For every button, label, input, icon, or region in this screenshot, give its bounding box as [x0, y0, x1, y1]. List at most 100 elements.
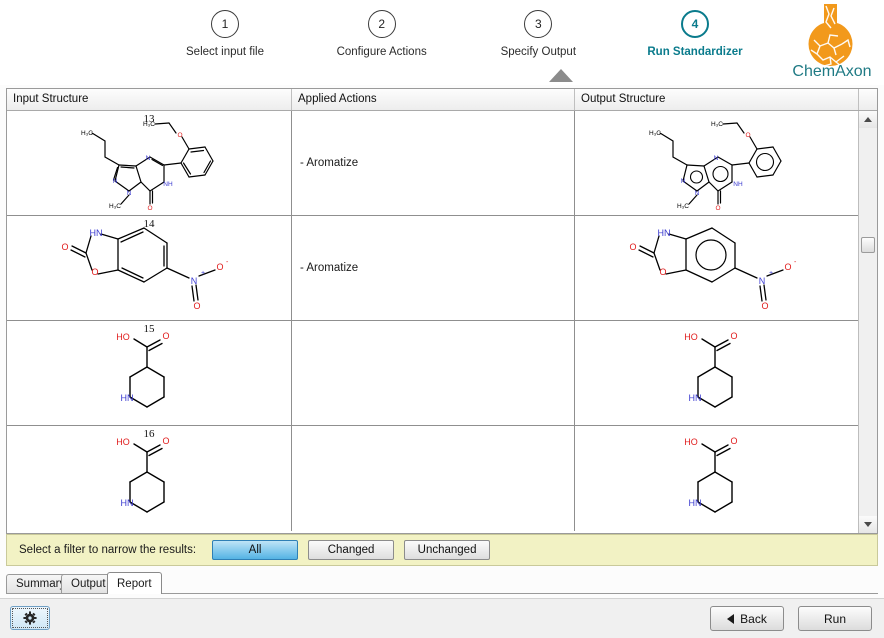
svg-text:HN: HN: [688, 393, 701, 403]
cell-output-structure: HO O HN: [574, 426, 858, 531]
table-row[interactable]: 15: [7, 321, 858, 426]
molecule-nipecotic-acid: HO O HN: [575, 426, 858, 531]
scrollbar-thumb[interactable]: [861, 237, 875, 253]
molecule-nipecotic-acid: HO O HN: [7, 321, 291, 425]
svg-text:O: O: [745, 132, 750, 139]
cell-input-structure: 16: [7, 426, 291, 531]
svg-text:O: O: [730, 331, 737, 341]
molecule-nitro-benzoxazolone-kekule: O HN O N O O + -: [7, 216, 291, 320]
svg-text:N: N: [680, 178, 685, 185]
standardizer-window: 1 Select input file 2 Configure Actions …: [0, 0, 884, 637]
column-header-output-structure[interactable]: Output Structure: [574, 89, 858, 110]
molecule-sildenafil-core-aromatic: N NH N N O O H₃C H₃C H₃C: [575, 111, 858, 215]
chevron-up-icon: [864, 117, 872, 122]
cell-applied-actions: - Aromatize: [291, 216, 574, 320]
svg-text:O: O: [216, 262, 223, 272]
table-row[interactable]: 13: [7, 111, 858, 216]
table-row[interactable]: 14: [7, 216, 858, 321]
applied-action-text: - Aromatize: [300, 262, 358, 274]
step-number-badge: 4: [681, 10, 709, 38]
cell-output-structure: HO O HN: [574, 321, 858, 425]
settings-button[interactable]: [10, 606, 50, 630]
table-row[interactable]: 16: [7, 426, 858, 531]
cell-applied-actions: [291, 321, 574, 425]
wizard-step-2[interactable]: 2 Configure Actions: [307, 10, 457, 58]
run-button[interactable]: Run: [798, 606, 872, 631]
svg-text:N: N: [758, 276, 765, 286]
svg-text:HO: HO: [116, 332, 130, 342]
svg-text:O: O: [162, 331, 169, 341]
svg-text:HO: HO: [684, 437, 698, 447]
cell-input-structure: 14: [7, 216, 291, 320]
molecule-nipecotic-acid: HO O HN: [7, 426, 291, 531]
svg-text:HO: HO: [116, 437, 130, 447]
svg-text:O: O: [177, 132, 182, 139]
chemaxon-logo: ChemAxon: [784, 2, 880, 82]
cell-applied-actions: - Aromatize: [291, 111, 574, 215]
svg-text:O: O: [193, 301, 200, 311]
svg-text:HN: HN: [121, 498, 134, 508]
wizard-step-3[interactable]: 3 Specify Output: [463, 10, 613, 58]
results-table-body: 13: [7, 111, 858, 533]
column-header-applied-actions[interactable]: Applied Actions: [291, 89, 574, 110]
table-header-row: Input Structure Applied Actions Output S…: [7, 89, 877, 111]
svg-text:O: O: [659, 267, 666, 277]
result-tabs: Summary Output Report: [6, 572, 878, 594]
filter-button-all[interactable]: All: [212, 540, 298, 560]
svg-text:O: O: [730, 436, 737, 446]
svg-text:N: N: [694, 190, 699, 197]
scroll-up-button[interactable]: [859, 111, 877, 128]
cell-input-structure: 15: [7, 321, 291, 425]
results-table-panel: Input Structure Applied Actions Output S…: [6, 88, 878, 534]
svg-text:O: O: [784, 262, 791, 272]
wizard-header: 1 Select input file 2 Configure Actions …: [0, 0, 884, 85]
cell-output-structure: O HN O N O O + -: [574, 216, 858, 320]
column-header-input-structure[interactable]: Input Structure: [7, 89, 291, 110]
wizard-step-4[interactable]: 4 Run Standardizer: [620, 10, 770, 58]
step-number-badge: 1: [211, 10, 239, 38]
svg-text:O: O: [91, 267, 98, 277]
svg-text:N: N: [146, 155, 151, 162]
molecule-nipecotic-acid: HO O HN: [575, 321, 858, 425]
filter-button-changed[interactable]: Changed: [308, 540, 394, 560]
svg-text:N: N: [191, 276, 198, 286]
applied-action-text: - Aromatize: [300, 157, 358, 169]
step-label: Select input file: [186, 46, 264, 58]
left-triangle-icon: [727, 614, 734, 624]
cell-output-structure: N NH N N O O H₃C H₃C H₃C: [574, 111, 858, 215]
tab-report[interactable]: Report: [107, 572, 162, 594]
column-header-spacer: [858, 89, 877, 110]
active-step-caret-icon: [549, 69, 573, 82]
svg-text:H₃C: H₃C: [676, 203, 688, 210]
svg-text:O: O: [147, 205, 152, 212]
scroll-down-button[interactable]: [859, 516, 877, 533]
svg-text:N: N: [113, 178, 118, 185]
cell-input-structure: 13: [7, 111, 291, 215]
results-scrollbar[interactable]: [858, 111, 877, 533]
svg-text:+: +: [201, 270, 205, 277]
step-number-badge: 2: [368, 10, 396, 38]
svg-text:HO: HO: [684, 332, 698, 342]
svg-text:O: O: [715, 205, 720, 212]
cell-applied-actions: [291, 426, 574, 531]
back-button[interactable]: Back: [710, 606, 784, 631]
svg-text:H₃C: H₃C: [710, 121, 722, 128]
svg-text:+: +: [769, 270, 773, 277]
svg-text:H₃C: H₃C: [143, 121, 155, 128]
footer-bar: Back Run: [0, 598, 884, 638]
step-label: Configure Actions: [337, 46, 427, 58]
svg-text:-: -: [226, 259, 229, 266]
svg-text:HN: HN: [90, 228, 103, 238]
chevron-down-icon: [864, 522, 872, 527]
svg-text:H₃C: H₃C: [81, 130, 93, 137]
step-label: Specify Output: [501, 46, 576, 58]
svg-text:H₃C: H₃C: [109, 203, 121, 210]
molecule-nitro-benzoxazolone-aromatic: O HN O N O O + -: [575, 216, 858, 320]
molecule-sildenafil-core-kekule: N NH N N O O H₃C H₃C H₃C: [7, 111, 291, 215]
filter-button-unchanged[interactable]: Unchanged: [404, 540, 490, 560]
step-label: Run Standardizer: [647, 46, 742, 58]
svg-text:NH: NH: [163, 181, 173, 188]
filter-bar: Select a filter to narrow the results: A…: [6, 534, 878, 566]
svg-text:HN: HN: [657, 228, 670, 238]
wizard-step-1[interactable]: 1 Select input file: [150, 10, 300, 58]
